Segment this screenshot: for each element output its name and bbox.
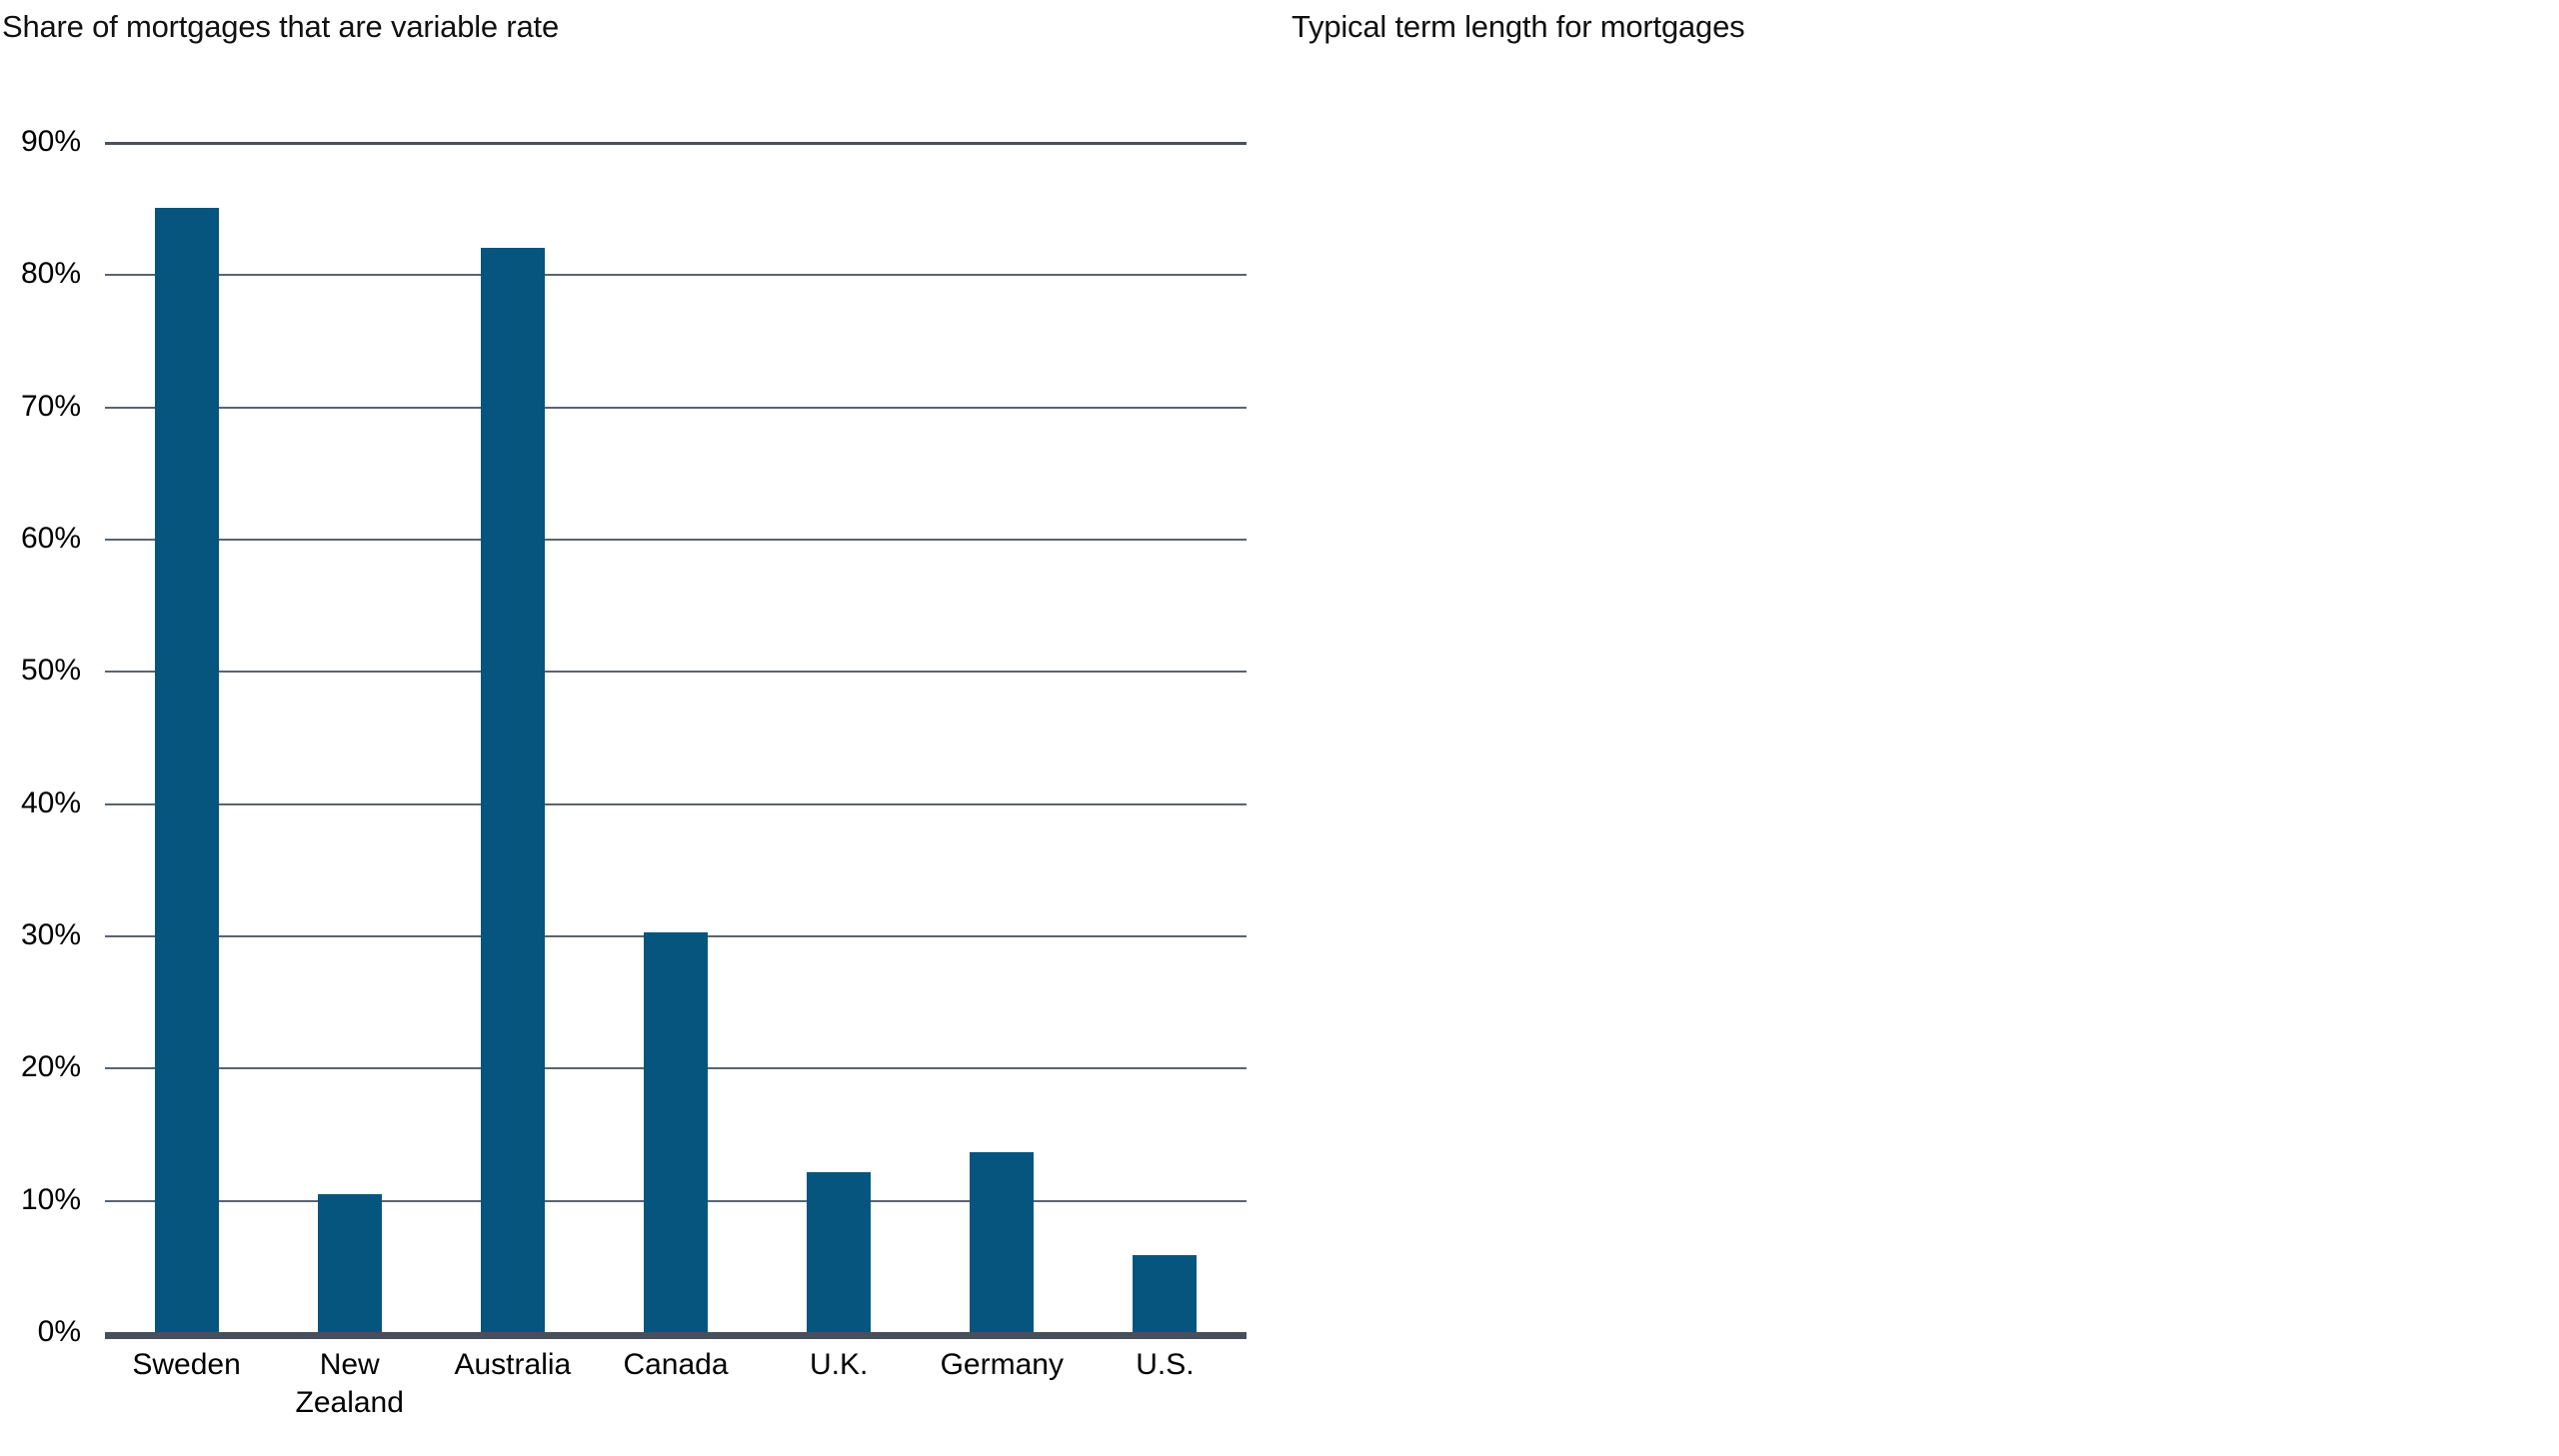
left-x-axis-labels: Sweden New Zealand Australia Canada U.K. Germa…: [105, 1346, 1247, 1456]
x-tick-label: Germany: [921, 1346, 1084, 1384]
bar-slot: [105, 142, 268, 1332]
bar-slot: [1084, 142, 1247, 1332]
left-chart-title: Share of mortgages that are variable rat…: [2, 9, 560, 44]
left-x-axis-line: [105, 1332, 1247, 1339]
bar-slot: [268, 142, 431, 1332]
y-tick-label: 40%: [20, 785, 81, 819]
x-tick-label-line: New: [319, 1348, 380, 1381]
x-tick-label-line: U.S.: [1136, 1348, 1195, 1381]
y-tick-label: 30%: [20, 918, 81, 951]
right-chart-title: Typical term length for mortgages: [1291, 9, 1745, 44]
bar-slot: [758, 142, 921, 1332]
x-tick-label: Canada: [594, 1346, 757, 1384]
bar-australia: [480, 247, 545, 1332]
y-tick-label: 10%: [20, 1182, 81, 1216]
bar-slot: [921, 142, 1084, 1332]
left-bars: [105, 142, 1247, 1332]
y-tick-label: 80%: [20, 257, 81, 291]
bar-u-s: [1133, 1255, 1198, 1332]
bar-new-zealand: [317, 1194, 382, 1332]
bar-slot: [594, 142, 757, 1332]
x-tick-label-line: Australia: [454, 1348, 572, 1381]
x-tick-label-line: Sweden: [132, 1348, 241, 1381]
y-tick-label: 0%: [37, 1315, 81, 1348]
x-tick-label-line: Zealand: [295, 1386, 404, 1419]
x-tick-label: New Zealand: [268, 1346, 431, 1422]
chart-panel-variable-rate-share: Share of mortgages that are variable rat…: [0, 0, 1284, 1439]
x-tick-label: U.K.: [758, 1346, 921, 1384]
x-tick-label-line: U.K.: [809, 1348, 869, 1381]
bar-germany: [970, 1152, 1035, 1332]
y-tick-label: 50%: [20, 654, 81, 688]
x-tick-label: U.S.: [1084, 1346, 1247, 1384]
y-tick-label: 60%: [20, 522, 81, 555]
y-tick-label: 90%: [20, 125, 81, 158]
x-tick-label-line: Canada: [623, 1348, 729, 1381]
bar-slot: [431, 142, 594, 1332]
left-plot-area: 90% 80% 70% 60% 50% 40% 30% 20% 10% 0% Sweden New Z…: [21, 127, 1247, 1419]
x-tick-label: Sweden: [105, 1346, 268, 1384]
chart-page: Share of mortgages that are variable rat…: [0, 0, 2559, 1439]
bar-u-k: [807, 1171, 872, 1332]
bar-canada: [643, 932, 708, 1332]
y-tick-label: 70%: [20, 389, 81, 423]
y-tick-label: 20%: [20, 1050, 81, 1084]
chart-panel-term-length: Typical term length for mortgages Years …: [1284, 0, 2559, 1439]
bar-sweden: [154, 208, 219, 1332]
x-tick-label-line: Germany: [940, 1348, 1064, 1381]
x-tick-label: Australia: [431, 1346, 594, 1384]
